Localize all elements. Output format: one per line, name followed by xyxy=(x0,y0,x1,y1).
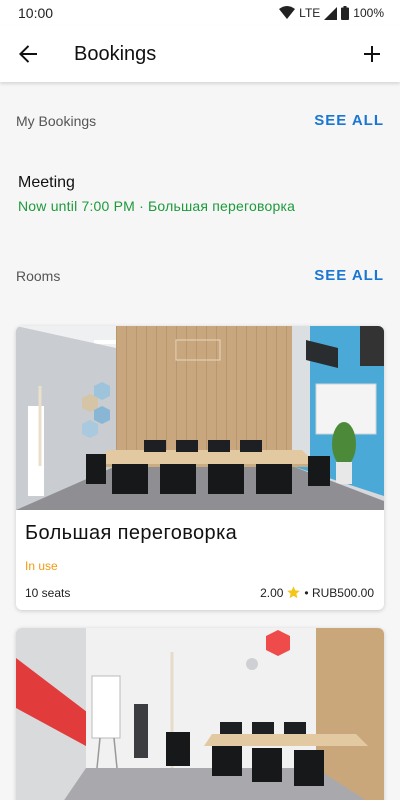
wifi-icon xyxy=(279,6,296,19)
network-type: LTE xyxy=(299,6,321,20)
rooms-title: Rooms xyxy=(16,267,61,284)
app-bar: Bookings xyxy=(0,26,400,82)
my-bookings-title: My Bookings xyxy=(16,112,97,129)
status-bar: 10:00 LTE 100% xyxy=(0,0,400,26)
room-photo xyxy=(16,326,384,510)
room-status: In use xyxy=(25,559,58,573)
page-title: Bookings xyxy=(74,42,157,65)
rooms-header: Rooms SEE ALL xyxy=(16,267,384,284)
room-card-2[interactable] xyxy=(16,628,384,800)
room-info: Большая переговорка In use 10 seats 2.00… xyxy=(16,510,384,610)
plus-icon xyxy=(364,46,380,62)
room-photo-2 xyxy=(16,628,384,800)
room-seats: 10 seats xyxy=(25,585,71,600)
room-rating-price: 2.00 • RUB500.00 xyxy=(260,585,374,600)
signal-icon xyxy=(324,6,338,20)
add-booking-button[interactable] xyxy=(344,26,400,82)
arrow-left-icon xyxy=(19,45,37,63)
booking-time-location: Now until 7:00 PM · Большая переговорка xyxy=(18,198,296,214)
battery-level: 100% xyxy=(353,6,384,20)
room-card[interactable]: Большая переговорка In use 10 seats 2.00… xyxy=(16,326,384,610)
booking-item[interactable]: Meeting Now until 7:00 PM · Большая пере… xyxy=(18,174,384,214)
my-bookings-see-all-button[interactable]: SEE ALL xyxy=(314,112,384,129)
star-icon xyxy=(287,586,301,599)
battery-icon xyxy=(341,6,350,20)
room-price: • RUB500.00 xyxy=(304,585,374,600)
rooms-see-all-button[interactable]: SEE ALL xyxy=(314,267,384,284)
booking-name: Meeting xyxy=(18,174,75,191)
room-meta: 10 seats 2.00 • RUB500.00 xyxy=(25,585,374,600)
room-name: Большая переговорка xyxy=(25,522,238,544)
status-time: 10:00 xyxy=(18,5,54,21)
back-button[interactable] xyxy=(0,26,56,82)
room-rating: 2.00 xyxy=(260,585,284,600)
my-bookings-header: My Bookings SEE ALL xyxy=(16,112,384,129)
status-icons: LTE 100% xyxy=(279,6,384,20)
